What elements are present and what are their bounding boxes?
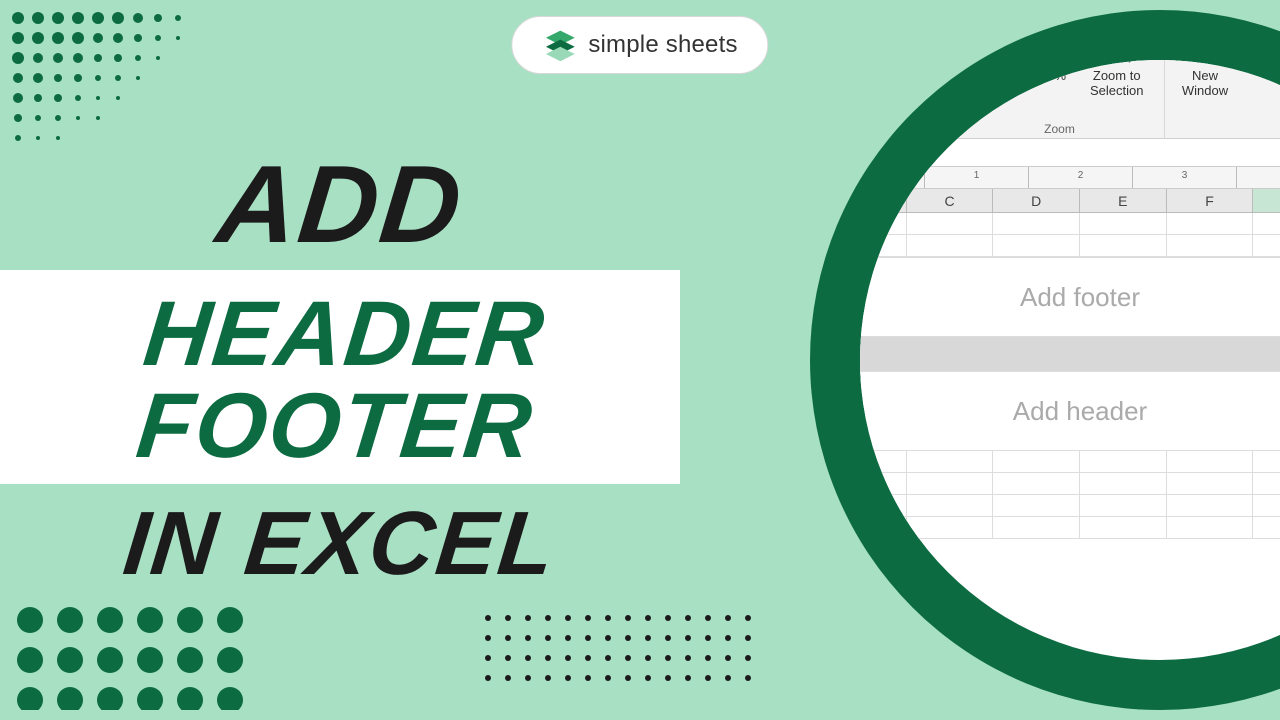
zoom-to-selection-button[interactable]: Zoom to Selection — [1084, 60, 1149, 102]
headings-label: Headings — [869, 60, 928, 76]
magnifier-icon — [977, 60, 1007, 64]
grid-row[interactable] — [860, 517, 1280, 539]
grid-area-top — [860, 213, 1280, 257]
checkbox-headings[interactable]: es Headings — [860, 60, 928, 76]
title-line-1: ADD — [0, 150, 686, 260]
grid-row[interactable] — [860, 451, 1280, 473]
title-block: ADD HEADER FOOTER IN EXCEL — [0, 150, 680, 589]
title-line-2: HEADER FOOTER — [0, 288, 690, 472]
sheet-100-icon — [1034, 60, 1064, 64]
group-label-show: Show — [872, 118, 902, 136]
new-window-button[interactable]: New Window — [1176, 60, 1234, 102]
new-window-label-1: New — [1192, 68, 1218, 83]
col-header-f[interactable]: F — [1167, 189, 1254, 212]
ruler-segment — [860, 167, 924, 188]
col-header-c[interactable]: C — [907, 189, 994, 212]
column-headers: B C D E F G — [860, 189, 1280, 213]
zoom-100-label: 100% — [1033, 68, 1066, 83]
ruler-segment: 1 — [924, 167, 1028, 188]
col-header-e[interactable]: E — [1080, 189, 1167, 212]
title-line-3: IN EXCEL — [0, 499, 685, 589]
zoom-sel-label-1: Zoom to — [1093, 68, 1141, 83]
ribbon-group-zoom: Zoom 100% Zoom to Selection Zoom — [955, 60, 1165, 138]
group-label-zoom: Zoom — [1044, 118, 1075, 136]
add-footer-placeholder[interactable]: Add footer — [860, 257, 1280, 337]
add-header-label: Add header — [1013, 396, 1147, 427]
ruler-segment: 2 — [1028, 167, 1132, 188]
circle-frame: Data Review View Help Formula Bar — [810, 10, 1280, 710]
formula-bar[interactable] — [860, 139, 1280, 167]
col-header-g[interactable]: G — [1253, 189, 1280, 212]
ruler-segment: 4 — [1236, 167, 1280, 188]
title-highlight-strip: HEADER FOOTER — [0, 270, 680, 484]
logo-text: simple sheets — [588, 31, 737, 59]
decorative-dots-bottom — [480, 610, 760, 700]
ribbon-body: Formula Bar es Headings Show — [860, 60, 1280, 139]
new-window-icon — [1190, 60, 1220, 64]
zoom-sel-label-2: Selection — [1090, 83, 1143, 98]
decorative-dots-top-left — [8, 8, 188, 158]
col-header-b[interactable]: B — [860, 189, 907, 212]
grid-row[interactable] — [860, 473, 1280, 495]
page-gap — [860, 337, 1280, 371]
sheets-logo-icon — [542, 27, 578, 63]
grid-row[interactable] — [860, 213, 1280, 235]
excel-screenshot: Data Review View Help Formula Bar — [860, 60, 1280, 660]
col-header-d[interactable]: D — [993, 189, 1080, 212]
add-footer-label: Add footer — [1020, 282, 1140, 313]
grid-row[interactable] — [860, 235, 1280, 257]
horizontal-ruler: 1 2 3 4 — [860, 167, 1280, 189]
checkbox-icon — [860, 61, 864, 75]
ruler-segment: 3 — [1132, 167, 1236, 188]
ribbon-group-show: Formula Bar es Headings Show — [860, 60, 955, 138]
ribbon-group-window: New Window — [1165, 60, 1245, 138]
zoom-label: Zoom — [976, 68, 1009, 83]
zoom-100-button[interactable]: 100% — [1027, 60, 1072, 87]
add-header-placeholder[interactable]: Add header — [860, 371, 1280, 451]
group-label-window — [1203, 118, 1206, 136]
decorative-dots-bottom-left — [10, 600, 270, 710]
zoom-button[interactable]: Zoom — [970, 60, 1015, 87]
grid-area-bottom — [860, 451, 1280, 539]
zoom-selection-icon — [1102, 60, 1132, 64]
logo-pill: simple sheets — [511, 16, 768, 74]
grid-row[interactable] — [860, 495, 1280, 517]
new-window-label-2: Window — [1182, 83, 1228, 98]
